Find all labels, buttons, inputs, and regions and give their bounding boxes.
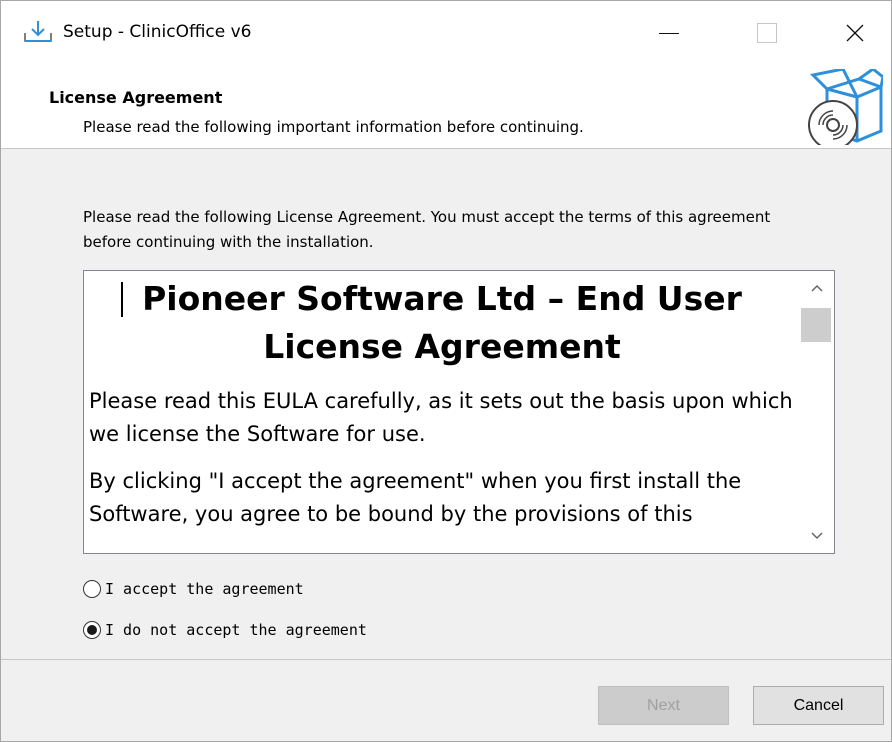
accept-radio[interactable]: [83, 580, 101, 598]
maximize-button[interactable]: [735, 1, 799, 65]
scroll-thumb[interactable]: [801, 308, 831, 342]
vertical-scrollbar[interactable]: [800, 271, 834, 553]
decline-label[interactable]: I do not accept the agreement: [105, 621, 367, 639]
eula-paragraph: By clicking "I accept the agreement" whe…: [89, 469, 742, 526]
decline-radio[interactable]: [83, 621, 101, 639]
scroll-up-button[interactable]: [800, 271, 834, 305]
maximize-icon: [757, 23, 777, 43]
license-content[interactable]: Pioneer Software Ltd – End User License …: [84, 271, 800, 553]
page-title: License Agreement: [49, 88, 223, 107]
license-text-box[interactable]: Pioneer Software Ltd – End User License …: [83, 270, 835, 554]
close-button[interactable]: [823, 1, 887, 65]
accept-option[interactable]: I accept the agreement: [83, 578, 304, 600]
window-title: Setup - ClinicOffice v6: [63, 22, 252, 42]
eula-paragraph: Please read this EULA carefully, as it s…: [89, 389, 793, 446]
software-box-disc-icon: [808, 69, 883, 145]
install-download-icon: [24, 21, 52, 42]
accept-label[interactable]: I accept the agreement: [105, 580, 304, 598]
scroll-down-button[interactable]: [800, 519, 834, 553]
minimize-icon: [659, 32, 679, 34]
next-button[interactable]: Next: [598, 686, 729, 725]
decline-option[interactable]: I do not accept the agreement: [83, 619, 367, 641]
footer-divider: [1, 659, 891, 660]
eula-heading: Pioneer Software Ltd – End User License …: [142, 279, 742, 366]
cancel-button[interactable]: Cancel: [753, 686, 884, 725]
text-caret: [121, 282, 123, 317]
page-subtitle: Please read the following important info…: [83, 118, 584, 136]
close-icon: [846, 24, 864, 42]
chevron-down-icon: [811, 532, 823, 539]
intro-text: Please read the following License Agreem…: [83, 208, 771, 251]
chevron-up-icon: [811, 285, 823, 292]
minimize-button[interactable]: [637, 1, 701, 65]
title-bar[interactable]: Setup - ClinicOffice v6: [1, 1, 891, 65]
setup-window: Setup - ClinicOffice v6 License Agreemen…: [0, 0, 892, 742]
wizard-header: License Agreement Please read the follow…: [1, 65, 891, 149]
